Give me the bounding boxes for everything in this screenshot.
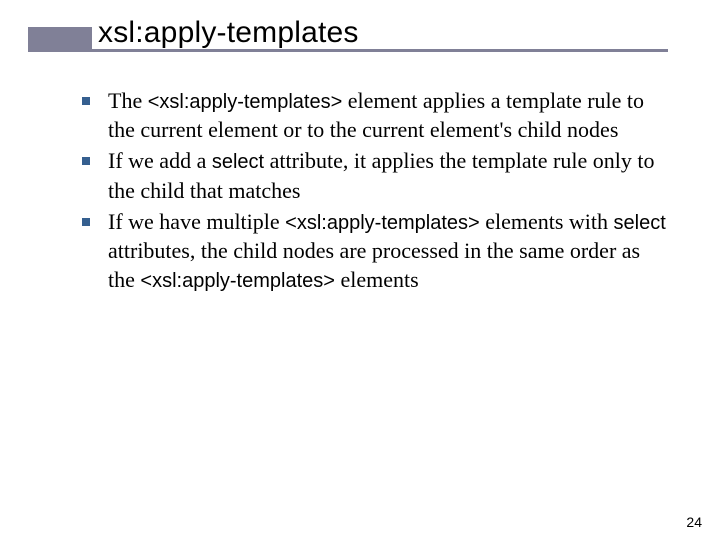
slide: xsl:apply-templates The <xsl:apply-templ… <box>0 0 720 540</box>
code-run: <xsl:apply-templates> <box>148 91 343 113</box>
bullet-item: If we add a select attribute, it applies… <box>82 146 672 204</box>
text-run: If we add a <box>108 148 212 173</box>
code-run: select <box>212 151 264 173</box>
text-run: elements with <box>480 209 614 234</box>
slide-body: The <xsl:apply-templates> element applie… <box>82 86 672 297</box>
text-run: The <box>108 88 148 113</box>
code-run: select <box>614 212 666 234</box>
bullet-list: The <xsl:apply-templates> element applie… <box>82 86 672 295</box>
text-run: elements <box>335 267 419 292</box>
code-run: <xsl:apply-templates> <box>285 212 480 234</box>
text-run: If we have multiple <box>108 209 285 234</box>
bullet-item: If we have multiple <xsl:apply-templates… <box>82 207 672 295</box>
page-number: 24 <box>686 514 702 530</box>
slide-title: xsl:apply-templates <box>98 16 359 50</box>
title-accent-box <box>28 27 92 49</box>
bullet-item: The <xsl:apply-templates> element applie… <box>82 86 672 144</box>
code-run: <xsl:apply-templates> <box>140 270 335 292</box>
